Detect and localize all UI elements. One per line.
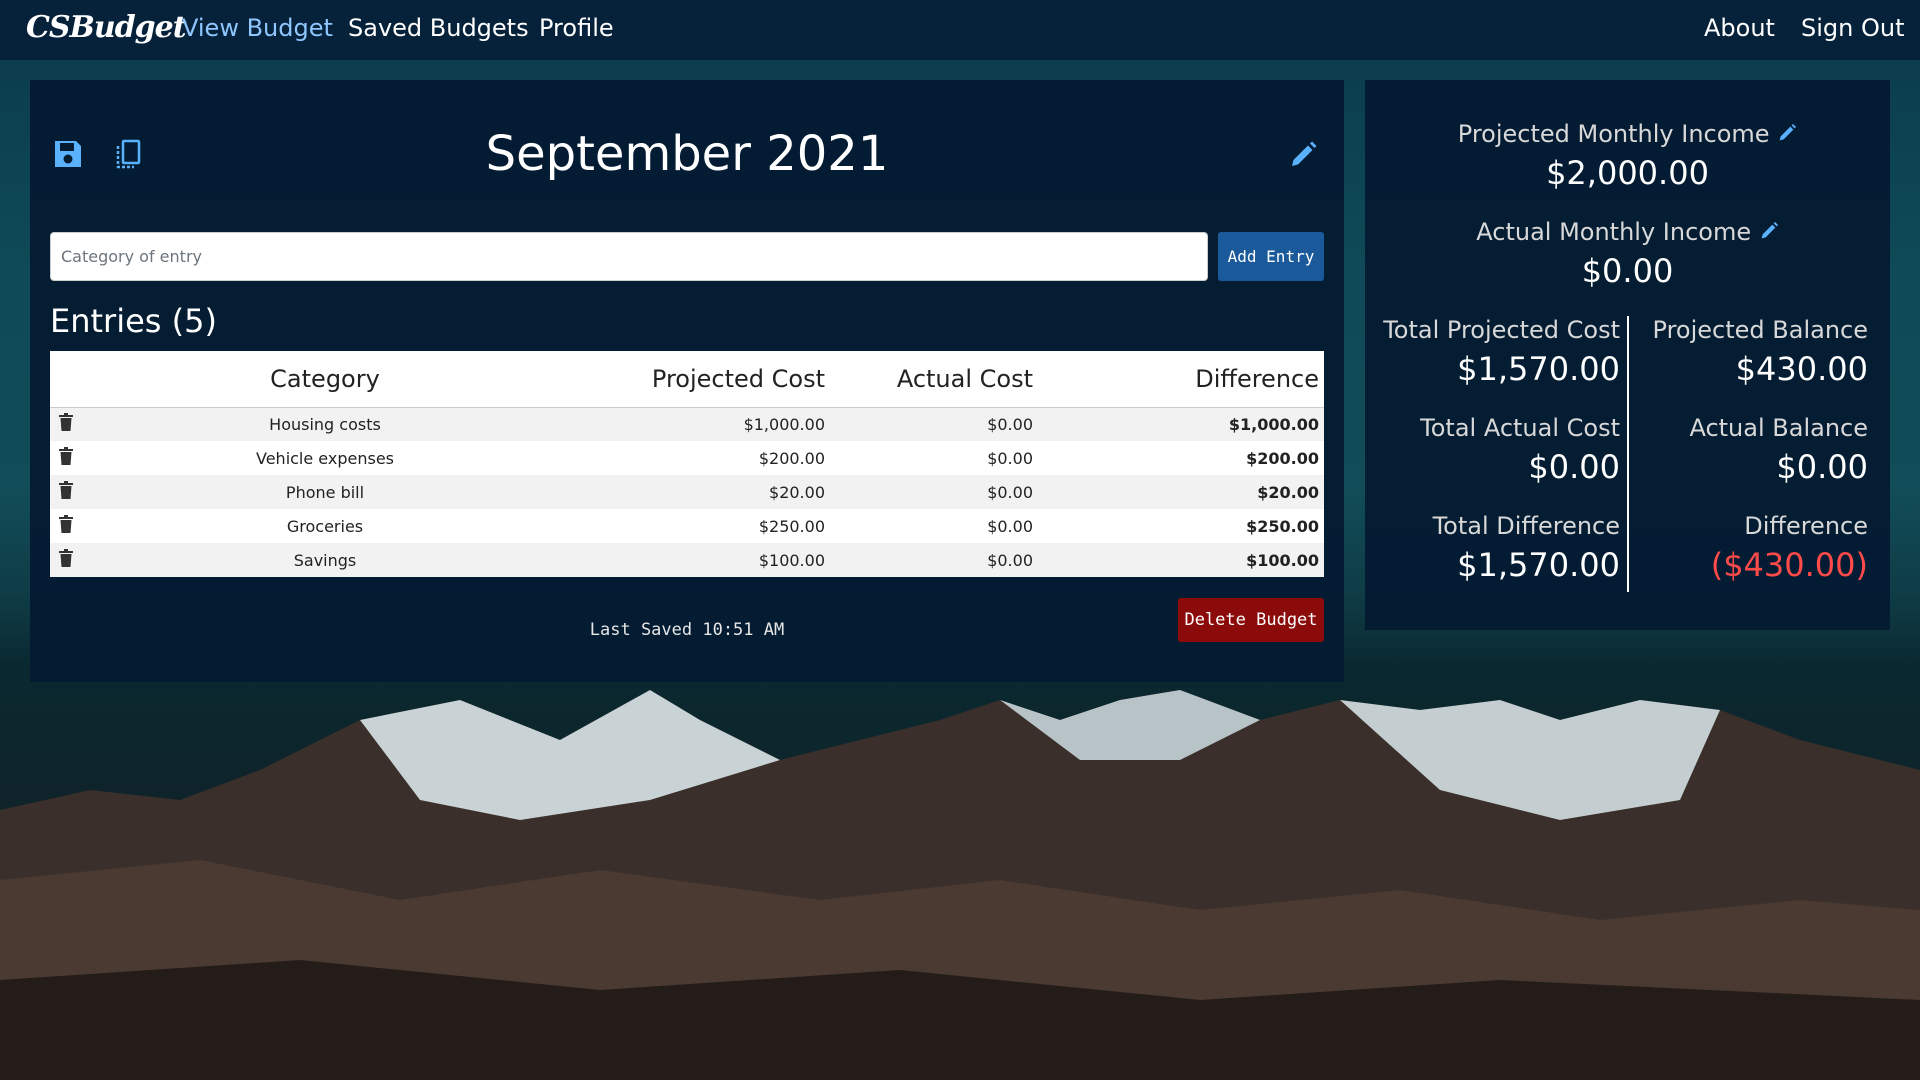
total-difference-label: Total Difference bbox=[1432, 512, 1620, 540]
projected-income-label-row: Projected Monthly Income bbox=[1365, 120, 1890, 149]
total-projected-cost-label: Total Projected Cost bbox=[1383, 316, 1620, 344]
table-header-row: Category Projected Cost Actual Cost Diff… bbox=[50, 351, 1324, 408]
cell-actual[interactable]: $0.00 bbox=[830, 407, 1038, 441]
trash-icon[interactable] bbox=[55, 447, 73, 469]
cell-projected[interactable]: $1,000.00 bbox=[540, 407, 830, 441]
projected-balance-label: Projected Balance bbox=[1652, 316, 1868, 344]
header-difference: Difference bbox=[1038, 351, 1324, 408]
cell-category: Housing costs bbox=[269, 414, 381, 434]
actual-income-label: Actual Monthly Income bbox=[1476, 218, 1752, 246]
total-actual-cost-label: Total Actual Cost bbox=[1420, 414, 1620, 442]
header-delete bbox=[50, 351, 110, 408]
edit-icon[interactable] bbox=[1288, 140, 1318, 174]
difference-value: ($430.00) bbox=[1710, 546, 1868, 584]
trash-icon[interactable] bbox=[55, 549, 73, 571]
cell-projected[interactable]: $250.00 bbox=[540, 509, 830, 543]
add-entry-button[interactable]: Add Entry bbox=[1218, 232, 1324, 281]
total-difference-value: $1,570.00 bbox=[1457, 546, 1620, 584]
header-actual-cost: Actual Cost bbox=[830, 351, 1038, 408]
category-input[interactable] bbox=[50, 232, 1208, 281]
header-category: Category bbox=[110, 351, 540, 408]
projected-balance-value: $430.00 bbox=[1735, 350, 1868, 388]
trash-icon[interactable] bbox=[55, 413, 73, 435]
summary-panel: Projected Monthly Income $2,000.00 Actua… bbox=[1365, 80, 1890, 630]
cell-category: Vehicle expenses bbox=[256, 448, 394, 468]
top-navbar: CSBudget View Budget Saved Budgets Profi… bbox=[0, 0, 1920, 60]
total-actual-cost-value: $0.00 bbox=[1528, 448, 1620, 486]
last-saved-status: Last Saved 10:51 AM bbox=[589, 620, 785, 640]
edit-icon[interactable] bbox=[1759, 219, 1779, 247]
projected-income-label: Projected Monthly Income bbox=[1457, 120, 1770, 148]
cell-difference: $250.00 bbox=[1246, 516, 1319, 536]
cell-category: Savings bbox=[293, 550, 357, 570]
table-row: Vehicle expenses $200.00 $0.00 $200.00 bbox=[50, 441, 1324, 475]
table-row: Housing costs $1,000.00 $0.00 $1,000.00 bbox=[50, 407, 1324, 441]
brand-logo[interactable]: CSBudget bbox=[26, 10, 187, 45]
cell-difference: $1,000.00 bbox=[1228, 414, 1319, 434]
entries-table: Category Projected Cost Actual Cost Diff… bbox=[50, 351, 1324, 577]
cell-actual[interactable]: $0.00 bbox=[830, 441, 1038, 475]
cell-category: Groceries bbox=[286, 516, 364, 536]
table-row: Savings $100.00 $0.00 $100.00 bbox=[50, 543, 1324, 577]
entries-heading: Entries (5) bbox=[50, 302, 217, 340]
nav-saved-budgets[interactable]: Saved Budgets bbox=[348, 14, 529, 42]
header-projected-cost: Projected Cost bbox=[540, 351, 830, 408]
cell-projected[interactable]: $20.00 bbox=[540, 475, 830, 509]
trash-icon[interactable] bbox=[55, 515, 73, 537]
actual-income-label-row: Actual Monthly Income bbox=[1365, 218, 1890, 247]
cell-difference: $100.00 bbox=[1246, 550, 1319, 570]
nav-sign-out[interactable]: Sign Out bbox=[1801, 14, 1905, 42]
cell-projected[interactable]: $100.00 bbox=[540, 543, 830, 577]
cell-actual[interactable]: $0.00 bbox=[830, 509, 1038, 543]
nav-view-budget[interactable]: View Budget bbox=[182, 14, 333, 42]
actual-balance-label: Actual Balance bbox=[1689, 414, 1868, 442]
cell-difference: $20.00 bbox=[1257, 482, 1319, 502]
difference-label: Difference bbox=[1744, 512, 1868, 540]
cell-difference: $200.00 bbox=[1246, 448, 1319, 468]
table-row: Phone bill $20.00 $0.00 $20.00 bbox=[50, 475, 1324, 509]
budget-panel: September 2021 Add Entry Entries (5) Cat… bbox=[30, 80, 1344, 682]
cell-actual[interactable]: $0.00 bbox=[830, 475, 1038, 509]
cell-category: Phone bill bbox=[285, 482, 365, 502]
total-projected-cost-value: $1,570.00 bbox=[1457, 350, 1620, 388]
table-row: Groceries $250.00 $0.00 $250.00 bbox=[50, 509, 1324, 543]
edit-icon[interactable] bbox=[1777, 121, 1797, 149]
summary-divider bbox=[1627, 316, 1629, 592]
actual-balance-value: $0.00 bbox=[1776, 448, 1868, 486]
cell-projected[interactable]: $200.00 bbox=[540, 441, 830, 475]
trash-icon[interactable] bbox=[55, 481, 73, 503]
budget-title: September 2021 bbox=[485, 126, 889, 182]
cell-actual[interactable]: $0.00 bbox=[830, 543, 1038, 577]
delete-budget-button[interactable]: Delete Budget bbox=[1178, 598, 1324, 642]
nav-about[interactable]: About bbox=[1704, 14, 1775, 42]
projected-income-value: $2,000.00 bbox=[1546, 154, 1709, 192]
nav-profile[interactable]: Profile bbox=[539, 14, 614, 42]
actual-income-value: $0.00 bbox=[1581, 252, 1674, 290]
